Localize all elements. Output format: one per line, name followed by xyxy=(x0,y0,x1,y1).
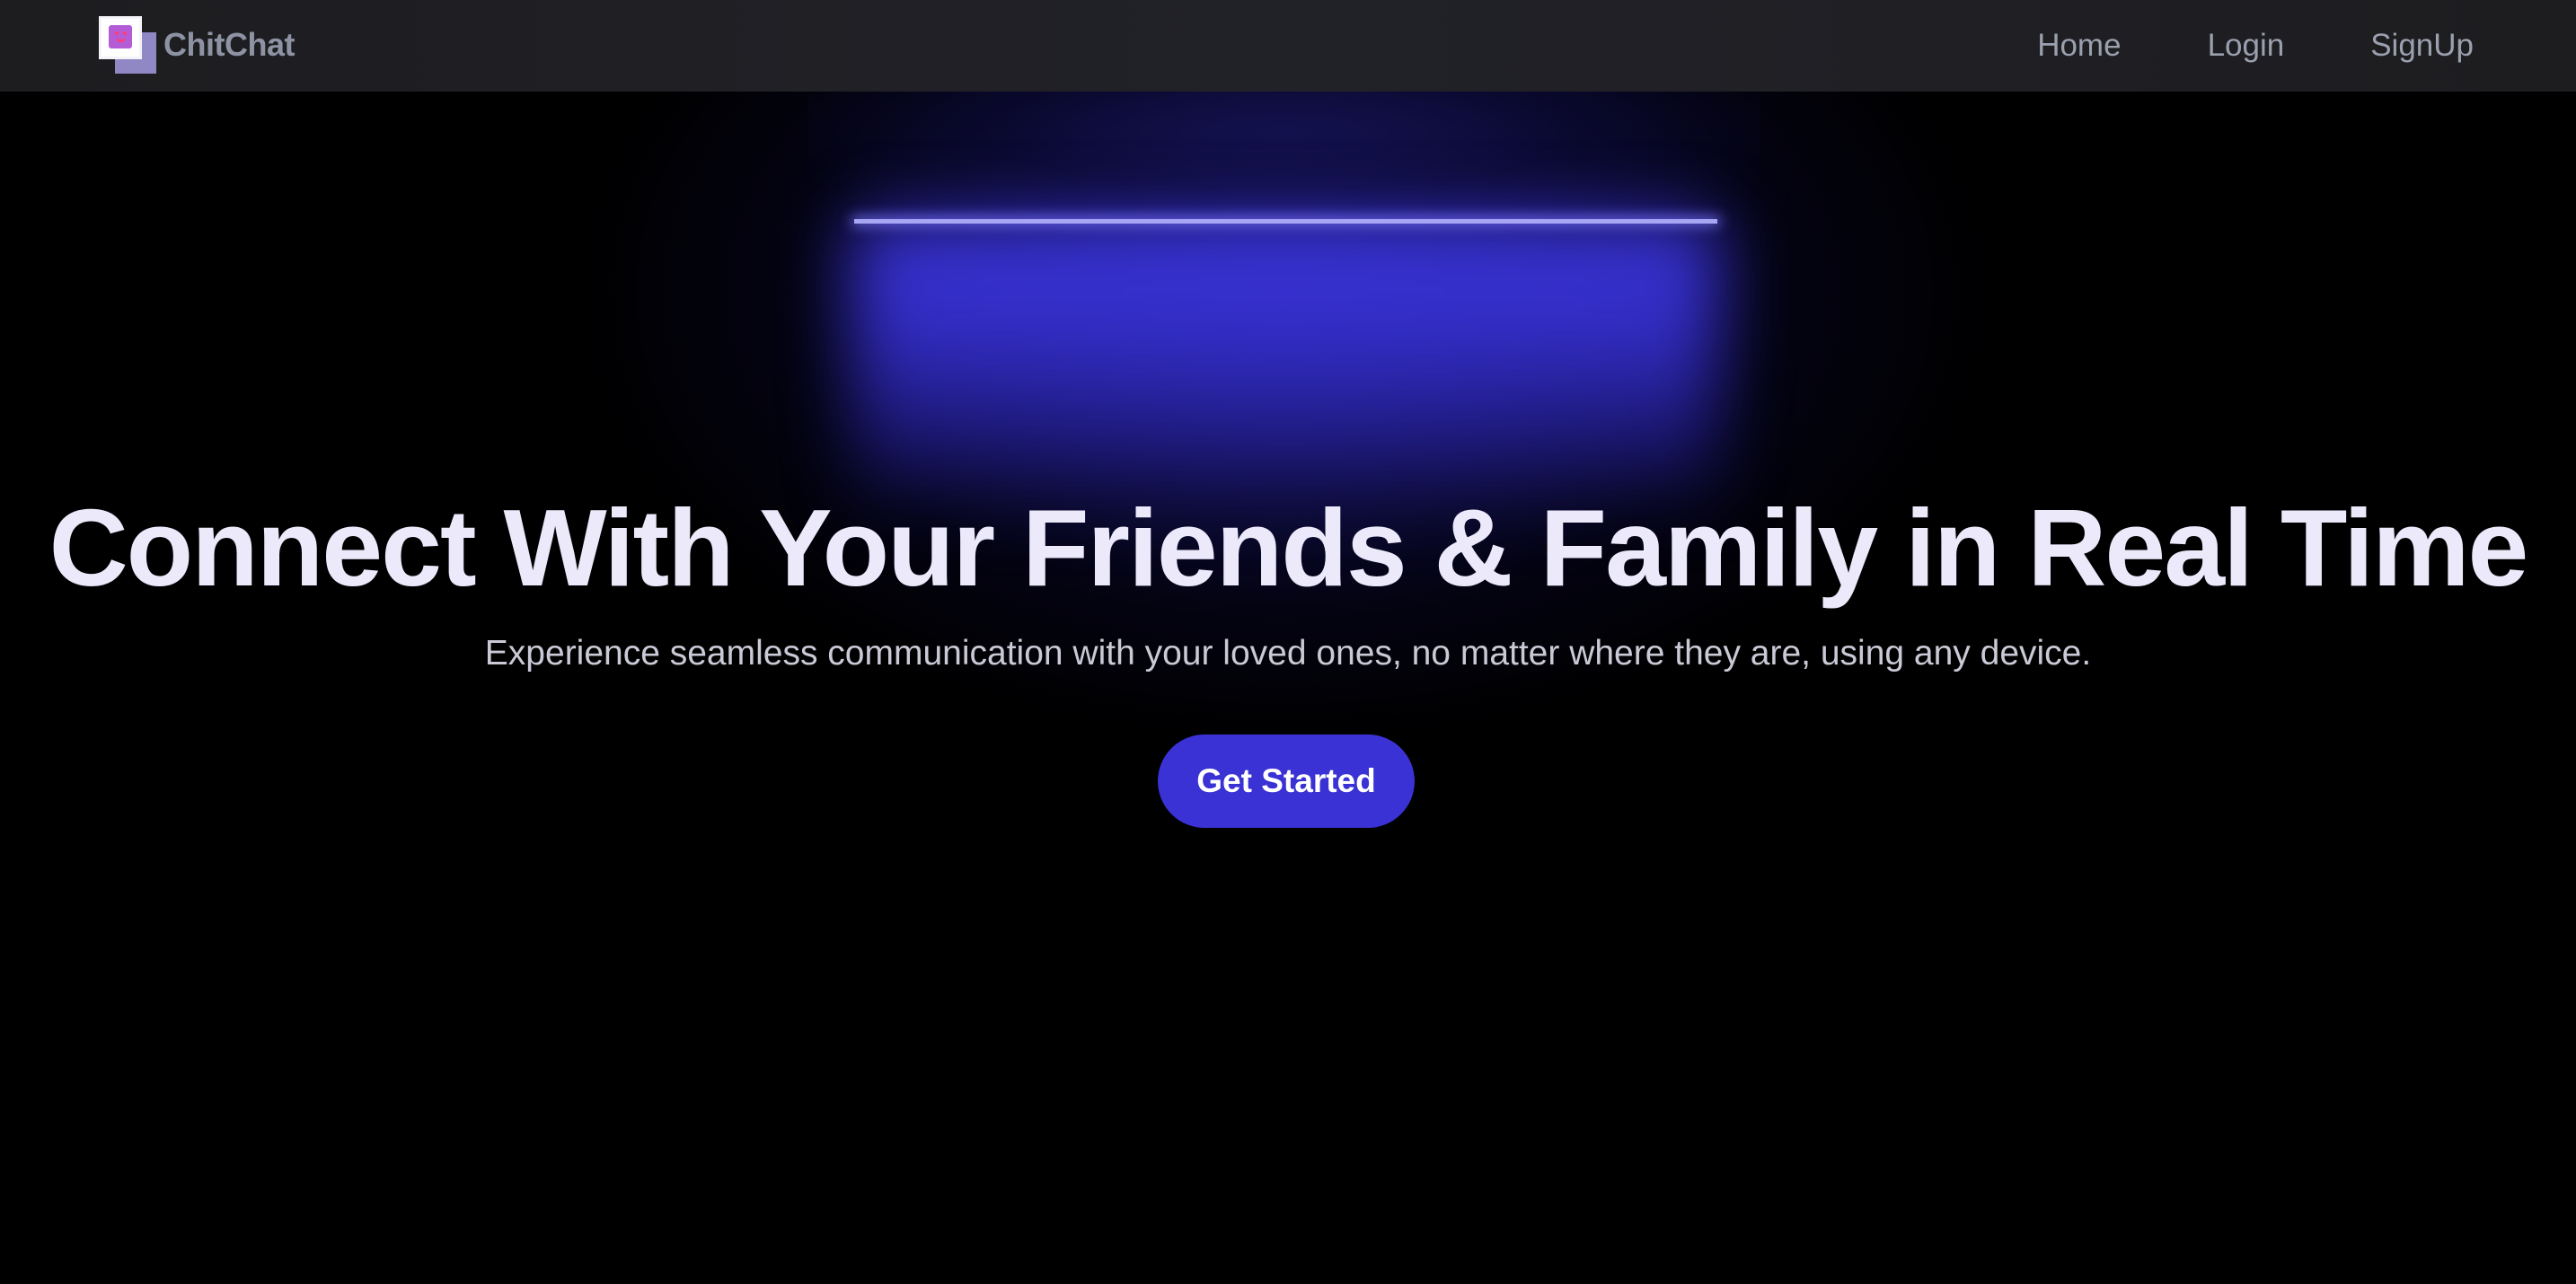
landing-page: ChitChat Home Login SignUp Connect With … xyxy=(0,0,2576,1284)
hero-title: Connect With Your Friends & Family in Re… xyxy=(49,487,2529,609)
brand-name: ChitChat xyxy=(163,26,295,63)
nav-links: Home Login SignUp xyxy=(2037,0,2474,92)
nav-link-home[interactable]: Home xyxy=(2037,28,2121,64)
hero-subtitle: Experience seamless communication with y… xyxy=(484,634,2092,673)
hero-section: Connect With Your Friends & Family in Re… xyxy=(0,0,2576,1284)
smiley-squares-logo-icon xyxy=(99,16,158,75)
get-started-button[interactable]: Get Started xyxy=(1158,734,1415,828)
brand-logo-link[interactable]: ChitChat xyxy=(99,16,295,75)
nav-link-login[interactable]: Login xyxy=(2208,28,2285,64)
nav-link-signup[interactable]: SignUp xyxy=(2370,28,2474,64)
top-navbar: ChitChat Home Login SignUp xyxy=(0,0,2576,92)
